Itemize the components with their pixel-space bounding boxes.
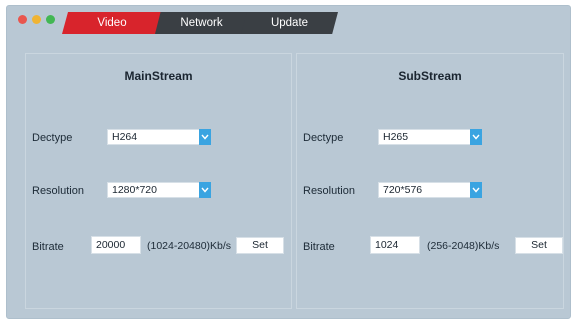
chevron-down-icon[interactable] <box>470 182 482 198</box>
maximize-window-button[interactable] <box>46 15 55 24</box>
main-resolution-label: Resolution <box>32 185 84 197</box>
sub-resolution-label: Resolution <box>303 185 355 197</box>
close-window-button[interactable] <box>18 15 27 24</box>
sub-resolution-select[interactable]: 720*576 <box>378 182 482 198</box>
sub-resolution-value: 720*576 <box>383 184 423 196</box>
main-dectype-select[interactable]: H264 <box>107 129 211 145</box>
main-resolution-value: 1280*720 <box>112 184 157 196</box>
settings-window: Video Network Update MainStream Dectype … <box>6 5 571 319</box>
minimize-window-button[interactable] <box>32 15 41 24</box>
chevron-down-icon[interactable] <box>470 129 482 145</box>
sub-bitrate-range: (256-2048)Kb/s <box>427 240 500 252</box>
main-bitrate-input[interactable] <box>91 236 141 254</box>
sub-bitrate-label: Bitrate <box>303 241 335 253</box>
main-stream-title: MainStream <box>124 69 193 83</box>
main-stream-panel: MainStream Dectype H264 Resolution 1280*… <box>25 53 292 309</box>
sub-dectype-value: H265 <box>383 131 409 143</box>
chevron-down-icon[interactable] <box>199 129 211 145</box>
main-resolution-select[interactable]: 1280*720 <box>107 182 211 198</box>
sub-bitrate-input[interactable] <box>370 236 420 254</box>
sub-set-button[interactable]: Set <box>515 237 563 254</box>
tab-update[interactable]: Update <box>241 12 338 34</box>
sub-stream-panel: SubStream Dectype H265 Resolution 720*57… <box>296 53 564 309</box>
tab-network[interactable]: Network <box>155 12 248 34</box>
main-bitrate-range: (1024-20480)Kb/s <box>147 240 232 252</box>
sub-dectype-label: Dectype <box>303 132 344 144</box>
main-dectype-value: H264 <box>112 131 138 143</box>
window-controls <box>18 15 55 24</box>
sub-stream-title: SubStream <box>398 69 462 83</box>
sub-dectype-select[interactable]: H265 <box>378 129 482 145</box>
chevron-down-icon[interactable] <box>199 182 211 198</box>
main-dectype-label: Dectype <box>32 132 73 144</box>
main-set-button[interactable]: Set <box>236 237 284 254</box>
tab-video[interactable]: Video <box>62 12 162 34</box>
main-bitrate-label: Bitrate <box>32 241 64 253</box>
